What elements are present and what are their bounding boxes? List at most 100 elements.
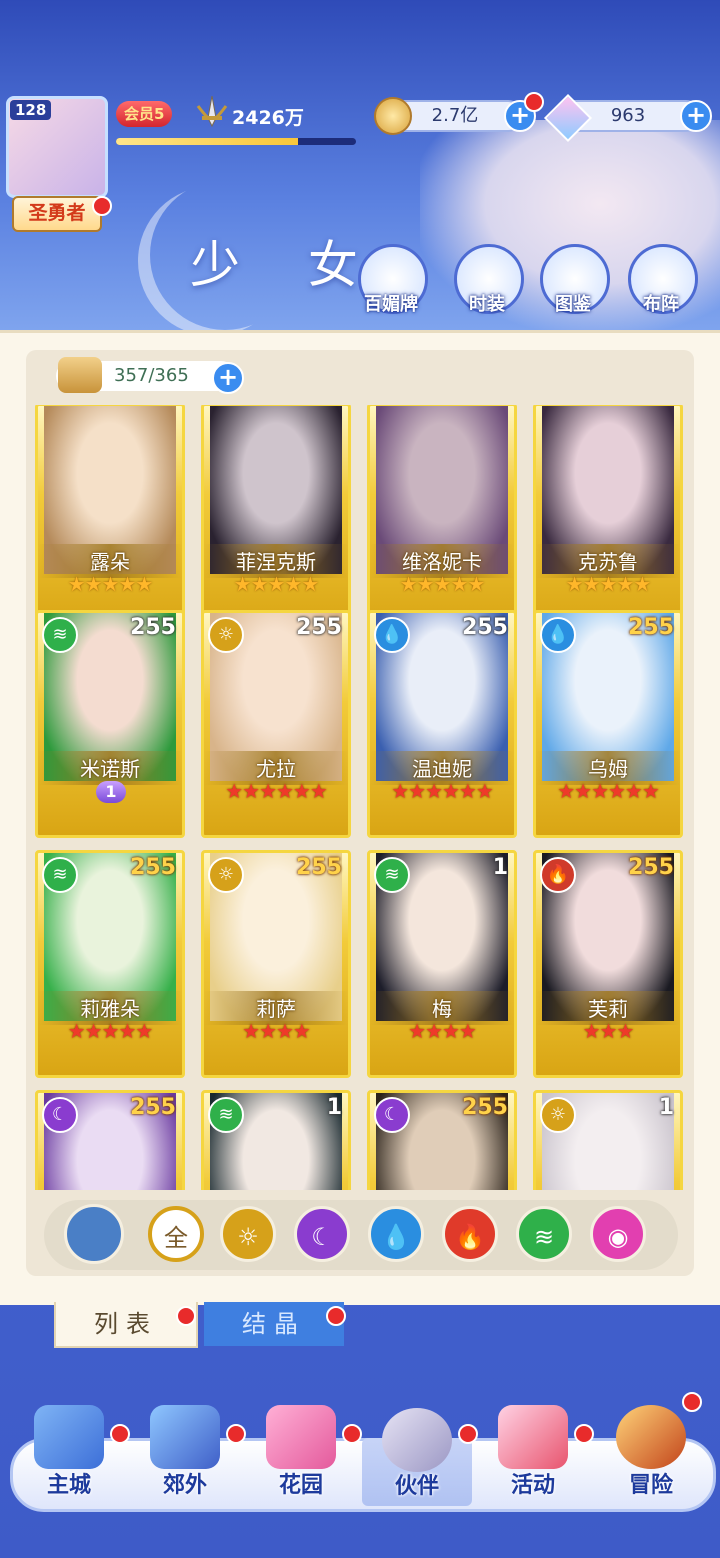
character-card[interactable]: 🔥 255 芙莉 ★★★ <box>533 850 683 1078</box>
filter-all-button[interactable]: 全 <box>148 1206 204 1262</box>
filter-up-icon[interactable] <box>64 1204 124 1264</box>
star-rating: ★★★★★★ <box>391 779 494 803</box>
nav-label: 活动 <box>510 1473 555 1498</box>
nav-garden-heart[interactable]: 花园 <box>246 1405 356 1505</box>
gold-amount: 2.7亿 <box>431 105 479 126</box>
nav-outskirts[interactable]: 郊外 <box>130 1405 240 1505</box>
star-rating: ★★★★★ <box>565 572 652 596</box>
star-rating: ★★★★★ <box>233 572 320 596</box>
notification-dot <box>92 196 112 216</box>
tab-crystal[interactable]: 结晶 <box>204 1302 344 1346</box>
garden-heart-icon <box>266 1405 336 1469</box>
character-card[interactable]: ☼ 255 尤拉 ★★★★★★ <box>201 610 351 838</box>
character-name: 温迪妮 <box>412 757 472 781</box>
character-grid[interactable]: 露朵 ★★★★★ 菲涅克斯 ★★★★★ 维洛妮卡 ★★★★★ 克苏鲁 ★★★★★ ≋ 255 米诺斯… <box>30 405 690 1190</box>
character-card[interactable]: ≋ 1 梅 ★★★★ <box>367 850 517 1078</box>
star-rating: ★★★★★ <box>67 1019 154 1043</box>
filter-dark-icon[interactable]: ☾ <box>294 1206 350 1262</box>
filter-psychic-icon[interactable]: ◉ <box>590 1206 646 1262</box>
exp-bar-fill <box>116 138 299 145</box>
notification-dot <box>176 1306 196 1326</box>
character-name: 菲涅克斯 <box>236 550 316 574</box>
character-level: 255 <box>628 855 674 880</box>
character-level: 255 <box>296 855 342 880</box>
nav-label: 花园 <box>278 1473 323 1498</box>
character-level: 255 <box>462 1095 508 1120</box>
filter-fire-icon[interactable]: 🔥 <box>442 1206 498 1262</box>
filter-water-icon[interactable]: 💧 <box>368 1206 424 1262</box>
character-card[interactable]: ≋ 255 米诺斯 1 <box>35 610 185 838</box>
character-name: 莉雅朵 <box>80 997 140 1021</box>
outskirts-icon <box>150 1405 220 1469</box>
fire-element-icon: 🔥 <box>540 857 576 893</box>
notification-dot <box>110 1424 130 1444</box>
page-title: 少 女 <box>190 236 384 294</box>
gold-coin-icon <box>374 97 412 135</box>
castle-icon <box>34 1405 104 1469</box>
filter-light-icon[interactable]: ☼ <box>220 1206 276 1262</box>
character-level: 255 <box>130 1095 176 1120</box>
character-card[interactable]: 露朵 ★★★★★ <box>35 405 185 631</box>
nav-gift-box[interactable]: 活动 <box>478 1405 588 1505</box>
character-card[interactable]: 维洛妮卡 ★★★★★ <box>367 405 517 631</box>
star-rating: ★★★★★ <box>399 572 486 596</box>
element-filter-bar <box>44 1200 678 1270</box>
star-rating: ★★★★ <box>242 1019 311 1043</box>
header-button-label[interactable]: 百媚牌 <box>346 290 436 316</box>
add-gems-button[interactable]: + <box>680 100 712 132</box>
sword-power-icon <box>196 96 228 128</box>
notification-dot <box>458 1424 478 1444</box>
wind-element-icon: ≋ <box>42 857 78 893</box>
player-title-badge[interactable]: 圣勇者 <box>12 196 102 232</box>
nav-label: 伙伴 <box>394 1474 439 1499</box>
star-rating: ★★★★★★ <box>557 779 660 803</box>
character-card[interactable]: ≋ 1 <box>201 1090 351 1190</box>
adventure-compass-icon <box>616 1405 686 1469</box>
exp-bar <box>116 138 356 145</box>
character-level: 255 <box>462 615 508 640</box>
character-name: 露朵 <box>90 550 130 574</box>
notification-dot <box>682 1392 702 1412</box>
character-card[interactable]: 💧 255 乌姆 ★★★★★★ <box>533 610 683 838</box>
nav-label: 主城 <box>46 1473 91 1498</box>
character-level: 255 <box>130 615 176 640</box>
wind-element-icon: ≋ <box>42 617 78 653</box>
collection-bag-icon <box>58 357 102 393</box>
character-card[interactable]: ☼ 255 莉萨 ★★★★ <box>201 850 351 1078</box>
awaken-badge: 1 <box>96 781 126 803</box>
notification-dot <box>226 1424 246 1444</box>
character-name: 莉萨 <box>256 997 296 1021</box>
character-card[interactable]: ☾ 255 <box>35 1090 185 1190</box>
player-level: 128 <box>10 100 52 120</box>
nav-castle[interactable]: 主城 <box>14 1405 124 1505</box>
vip-badge[interactable]: 会员5 <box>116 101 173 127</box>
notification-dot <box>326 1306 346 1326</box>
collection-count: 357/365 <box>114 365 189 386</box>
character-card[interactable]: ≋ 255 莉雅朵 ★★★★★ <box>35 850 185 1078</box>
header-button-label[interactable]: 图鉴 <box>528 290 618 316</box>
character-name: 尤拉 <box>256 757 296 781</box>
light-element-icon: ☼ <box>208 857 244 893</box>
tab-list[interactable]: 列表 <box>54 1302 198 1348</box>
character-card[interactable]: 克苏鲁 ★★★★★ <box>533 405 683 631</box>
nav-partner[interactable]: 伙伴 <box>362 1408 472 1506</box>
combat-power: 2426万 <box>232 107 304 129</box>
character-card[interactable]: 菲涅克斯 ★★★★★ <box>201 405 351 631</box>
nav-adventure-compass[interactable]: 冒险 <box>596 1405 706 1505</box>
character-name: 芙莉 <box>588 997 628 1021</box>
character-card[interactable]: ☼ 1 <box>533 1090 683 1190</box>
character-card[interactable]: ☾ 255 <box>367 1090 517 1190</box>
light-element-icon: ☼ <box>540 1097 576 1133</box>
expand-collection-button[interactable]: + <box>212 362 244 394</box>
filter-wind-icon[interactable]: ≋ <box>516 1206 572 1262</box>
character-level: 255 <box>296 615 342 640</box>
dark-element-icon: ☾ <box>374 1097 410 1133</box>
header-button-label[interactable]: 布阵 <box>616 290 706 316</box>
character-name: 克苏鲁 <box>578 550 638 574</box>
nav-label: 冒险 <box>628 1473 673 1498</box>
header-button-label[interactable]: 时装 <box>442 290 532 316</box>
water-element-icon: 💧 <box>540 617 576 653</box>
gem-amount: 963 <box>610 105 646 126</box>
character-card[interactable]: 💧 255 温迪妮 ★★★★★★ <box>367 610 517 838</box>
character-level: 1 <box>658 1095 674 1120</box>
